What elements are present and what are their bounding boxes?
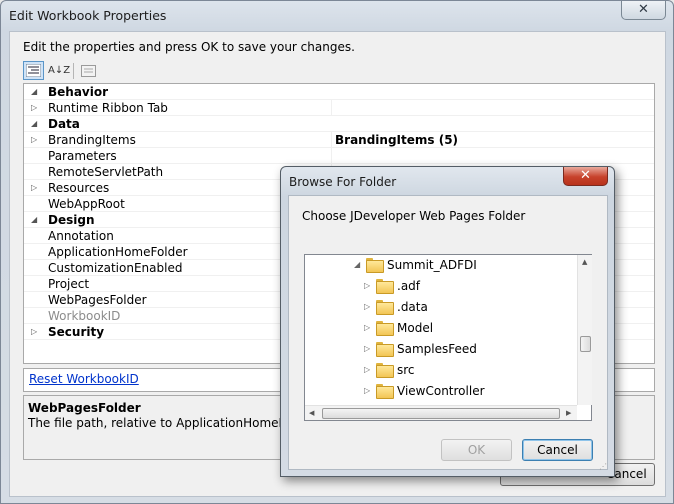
cancel-label: Cancel [537,443,578,457]
description-title: WebPagesFolder [28,401,141,415]
resize-grip-icon[interactable]: ⋰ [599,462,607,471]
property-label: ApplicationHomeFolder [48,245,188,259]
tree-node-label: Model [397,321,434,335]
property-row-branding-items[interactable]: ▷ BrandingItems BrandingItems (5) [24,132,654,148]
instruction-text: Edit the properties and press OK to save… [23,40,355,54]
category-behavior[interactable]: ◢ Behavior [24,84,654,100]
property-label: CustomizationEnabled [48,261,183,275]
folder-icon [366,258,384,273]
browse-for-folder-dialog: Browse For Folder ✕ Choose JDeveloper We… [280,166,615,477]
ok-label: OK [467,443,486,457]
property-label: BrandingItems [48,133,136,147]
expand-icon[interactable]: ▷ [364,339,370,359]
property-label: WebPagesFolder [48,293,147,307]
dialog-instruction: Choose JDeveloper Web Pages Folder [302,209,526,223]
category-label: Behavior [48,85,109,99]
close-icon: ✕ [580,168,591,183]
tree-node-label: ViewController [397,384,485,398]
property-value[interactable]: BrandingItems (5) [335,132,458,148]
toolbar-separator [73,63,74,79]
horizontal-scroll-thumb[interactable] [322,408,560,419]
window-title: Edit Workbook Properties [9,8,167,23]
scroll-left-icon[interactable]: ◀ [309,409,314,417]
dialog-title: Browse For Folder [289,175,397,189]
expand-icon[interactable]: ▷ [364,276,370,296]
property-row-parameters[interactable]: Parameters [24,148,654,164]
folder-tree[interactable]: ◢ Summit_ADFDI ▷ .adf ▷ .data ▷ Model ▷ [304,254,592,421]
folder-icon [376,300,394,315]
property-label: Project [48,277,90,291]
folder-icon [376,342,394,357]
categorized-view-icon [25,63,42,78]
expand-icon[interactable]: ▷ [364,381,370,401]
folder-icon [376,363,394,378]
collapse-icon[interactable]: ◢ [31,212,37,228]
property-label: WebAppRoot [48,197,125,211]
vertical-scrollbar[interactable]: ▲ [577,255,592,405]
property-label: RemoteServletPath [48,165,164,179]
property-row-runtime-ribbon-tab[interactable]: ▷ Runtime Ribbon Tab [24,100,654,116]
property-label: Resources [48,181,110,195]
close-icon: ✕ [638,2,649,17]
expand-icon[interactable]: ▷ [364,297,370,317]
property-label: Parameters [48,149,117,163]
property-pages-icon [81,65,96,77]
expand-icon[interactable]: ▷ [364,318,370,338]
collapse-icon[interactable]: ◢ [31,116,37,132]
expand-icon[interactable]: ▷ [31,132,37,148]
tree-node-label: Summit_ADFDI [387,258,477,272]
tree-node-label: .data [397,300,428,314]
scroll-right-icon[interactable]: ▶ [566,409,571,417]
tree-node-label: .adf [397,279,421,293]
expand-icon[interactable]: ▷ [364,360,370,380]
expand-icon[interactable]: ▷ [31,324,37,340]
folder-icon [376,384,394,399]
folder-icon [376,321,394,336]
collapse-icon[interactable]: ◢ [31,84,37,100]
reset-workbook-id-link[interactable]: Reset WorkbookID [29,372,139,386]
category-label: Design [48,213,95,227]
vertical-scroll-thumb[interactable] [580,336,591,352]
collapse-icon[interactable]: ◢ [354,255,360,275]
alphabetical-sort-button[interactable]: A↓Z [47,61,71,80]
window-close-button[interactable]: ✕ [621,1,666,20]
ok-button[interactable]: OK [441,439,512,461]
dialog-close-button[interactable]: ✕ [563,167,608,186]
property-label: Annotation [48,229,114,243]
cancel-button[interactable]: Cancel [522,439,593,461]
tree-node-label: src [397,363,415,377]
expand-icon[interactable]: ▷ [31,100,37,116]
sort-alphabetical-icon: A↓Z [48,65,71,76]
tree-node-label: SamplesFeed [397,342,477,356]
property-label: WorkbookID [48,309,121,323]
property-label: Runtime Ribbon Tab [48,101,168,115]
category-data[interactable]: ◢ Data [24,116,654,132]
categorized-view-button[interactable] [23,61,44,80]
scroll-up-icon[interactable]: ▲ [582,258,587,266]
category-label: Security [48,325,105,339]
folder-icon [376,279,394,294]
horizontal-scrollbar[interactable]: ◀ ▶ [305,405,577,420]
expand-icon[interactable]: ▷ [31,180,37,196]
category-label: Data [48,117,80,131]
property-pages-button[interactable] [78,61,99,80]
dialog-client-area: Choose JDeveloper Web Pages Folder ◢ Sum… [288,195,608,470]
